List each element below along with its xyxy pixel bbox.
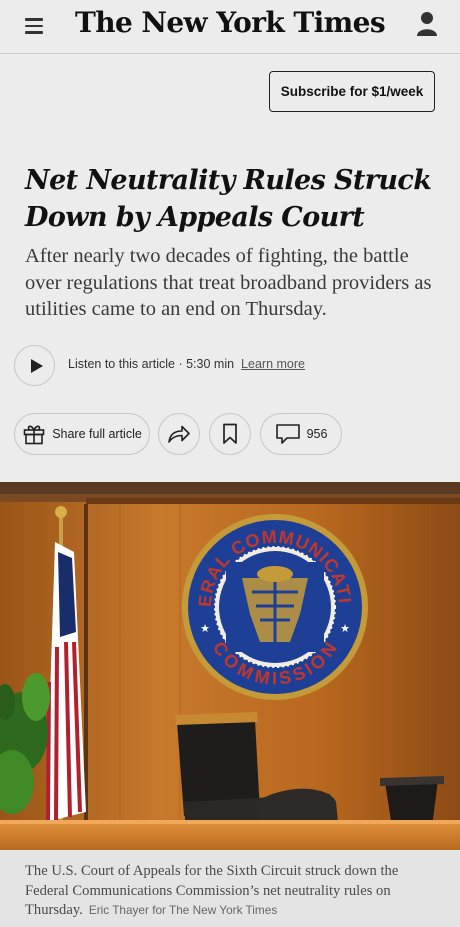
masthead-logo[interactable]: The New York Times bbox=[0, 6, 460, 39]
listen-duration-text: Listen to this article · 5:30 min bbox=[68, 357, 235, 371]
share-full-article-label: Share full article bbox=[52, 427, 142, 441]
subscribe-button[interactable]: Subscribe for $1/week bbox=[269, 71, 435, 112]
share-forward-button[interactable] bbox=[158, 413, 200, 455]
share-full-article-button[interactable]: Share full article bbox=[14, 413, 150, 455]
svg-text:★: ★ bbox=[340, 623, 350, 635]
photo-caption: The U.S. Court of Appeals for the Sixth … bbox=[0, 850, 460, 927]
save-article-button[interactable] bbox=[209, 413, 251, 455]
learn-more-link[interactable]: Learn more bbox=[241, 357, 305, 371]
article-summary: After nearly two decades of fighting, th… bbox=[25, 245, 432, 320]
comment-count: 956 bbox=[306, 427, 328, 441]
comments-button[interactable]: 956 bbox=[260, 413, 342, 455]
play-audio-button[interactable] bbox=[14, 345, 55, 386]
svg-text:★: ★ bbox=[200, 623, 210, 635]
listen-info: Listen to this article · 5:30 min Learn m… bbox=[68, 357, 305, 371]
article-headline: Net Neutrality Rules Struck Down by Appe… bbox=[25, 162, 445, 236]
headline-line-1: Net Neutrality Rules Struck bbox=[25, 165, 432, 196]
share-arrow-icon bbox=[168, 425, 190, 443]
headline-line-2: Down by Appeals Court bbox=[25, 202, 365, 233]
play-icon bbox=[31, 359, 43, 373]
photo-credit: Eric Thayer for The New York Times bbox=[88, 903, 278, 917]
account-icon[interactable] bbox=[416, 11, 438, 37]
comment-icon bbox=[275, 424, 300, 444]
top-bar: The New York Times bbox=[0, 0, 460, 54]
bookmark-icon bbox=[223, 423, 237, 444]
gift-icon bbox=[23, 425, 45, 445]
article-photo: FEDERAL COMMUNICATIONS COMMISSION ★ ★ bbox=[0, 482, 460, 850]
